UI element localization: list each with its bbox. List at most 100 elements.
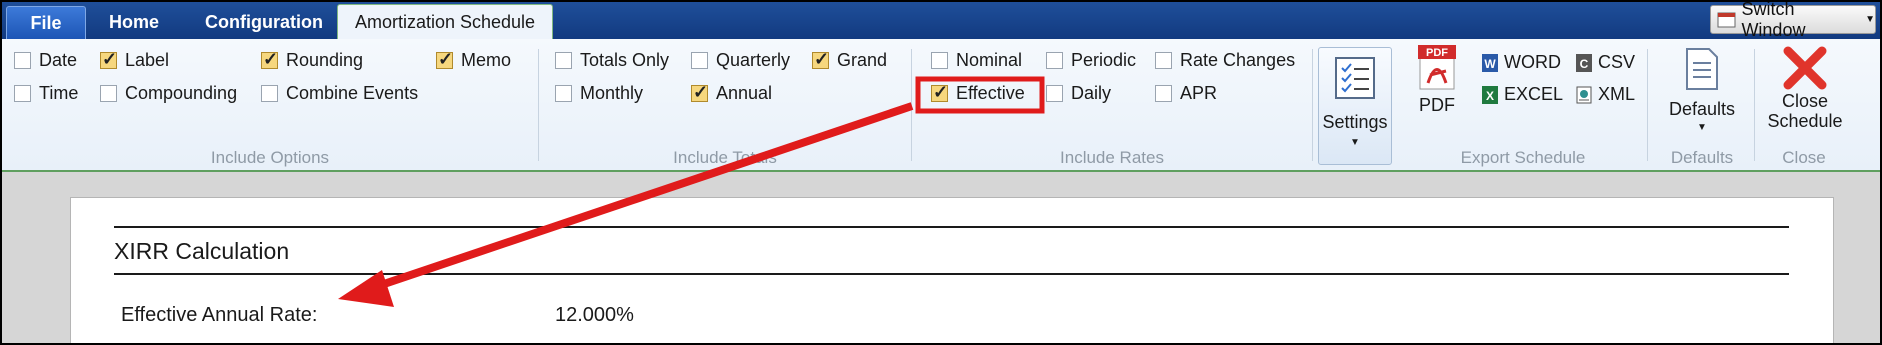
group-label-defaults: Defaults — [1670, 148, 1734, 167]
tab-configuration[interactable]: Configuration — [184, 6, 344, 39]
close-schedule-button[interactable]: Close Schedule — [1762, 45, 1848, 131]
checkbox-box[interactable] — [1155, 52, 1172, 69]
checkbox-box[interactable] — [1046, 52, 1063, 69]
checkbox-compounding[interactable]: Compounding — [100, 83, 237, 104]
group-separator — [538, 49, 539, 161]
checkbox-box[interactable] — [14, 52, 31, 69]
checkbox-box[interactable] — [555, 52, 572, 69]
checkbox-nominal[interactable]: Nominal — [931, 50, 1022, 71]
defaults-label: Defaults — [1668, 99, 1736, 119]
checkbox-apr[interactable]: APR — [1155, 83, 1217, 104]
checkbox-quarterly[interactable]: Quarterly — [691, 50, 790, 71]
export-csv-button[interactable]: C CSV — [1576, 52, 1635, 73]
checkbox-label: Periodic — [1071, 50, 1137, 70]
calculation-title: XIRR Calculation — [114, 238, 290, 264]
effective-annual-rate-value: 12.000% — [555, 304, 634, 326]
checkbox-annual[interactable]: Annual — [691, 82, 773, 104]
export-word-button[interactable]: W WORD — [1482, 52, 1561, 73]
checkbox-box[interactable] — [100, 49, 117, 70]
checkbox-label: Label — [125, 50, 170, 70]
checkbox-box[interactable] — [261, 49, 278, 70]
checkbox-label: Annual — [716, 83, 773, 103]
export-excel-label: EXCEL — [1504, 84, 1564, 104]
tab-amortization-schedule[interactable]: Amortization Schedule — [337, 4, 553, 39]
chevron-down-icon: ▼ — [1350, 137, 1360, 148]
export-xml-button[interactable]: XML — [1576, 84, 1635, 105]
export-excel-button[interactable]: X EXCEL — [1482, 84, 1563, 105]
chevron-down-icon: ▼ — [1697, 122, 1707, 133]
checkbox-box[interactable] — [436, 49, 453, 70]
checkbox-box[interactable] — [100, 85, 117, 102]
svg-text:W: W — [1484, 57, 1496, 71]
checkbox-box[interactable] — [555, 85, 572, 102]
group-separator — [1312, 49, 1313, 161]
switch-window-label: Switch Window — [1741, 2, 1806, 40]
svg-text:X: X — [1486, 89, 1494, 103]
checkbox-label: Grand — [837, 50, 888, 70]
checkbox-memo[interactable]: Memo — [436, 49, 512, 71]
checkbox-monthly[interactable]: Monthly — [555, 83, 643, 104]
checkbox-box[interactable] — [931, 52, 948, 69]
checkbox-label: Daily — [1071, 83, 1112, 103]
group-label-include-options: Include Options — [210, 148, 330, 167]
top-rule — [114, 226, 1789, 228]
checkbox-totals-only[interactable]: Totals Only — [555, 50, 669, 71]
export-word-label: WORD — [1504, 52, 1561, 72]
group-separator — [1754, 49, 1755, 161]
checkbox-box[interactable] — [1046, 85, 1063, 102]
ribbon-tab-bar: File Home Configuration Amortization Sch… — [2, 2, 1880, 40]
group-label-close: Close — [1782, 148, 1826, 167]
checkbox-label: Rate Changes — [1180, 50, 1296, 70]
checkbox-label: Monthly — [580, 83, 644, 103]
document-list-icon — [1686, 48, 1718, 90]
chevron-down-icon: ▼ — [1865, 14, 1875, 25]
checkbox-box[interactable] — [691, 52, 708, 69]
checkbox-rate-changes[interactable]: Rate Changes — [1155, 50, 1295, 71]
app-window: File Home Configuration Amortization Sch… — [2, 2, 1880, 343]
settings-label: Settings — [1322, 112, 1388, 132]
pdf-icon: PDF — [1418, 45, 1456, 90]
checkbox-box[interactable] — [14, 85, 31, 102]
checkbox-box[interactable] — [261, 85, 278, 102]
checkbox-box[interactable] — [691, 82, 708, 103]
checkbox-label: Totals Only — [580, 50, 670, 70]
effective-annual-rate-label: Effective Annual Rate: — [121, 304, 318, 326]
svg-text:PDF: PDF — [1426, 47, 1448, 59]
checkbox-time[interactable]: Time — [14, 83, 78, 104]
checkbox-label: Time — [39, 83, 79, 103]
checkbox-label: Compounding — [125, 83, 238, 103]
group-label-export-schedule: Export Schedule — [1460, 148, 1586, 167]
export-csv-label: CSV — [1598, 52, 1636, 72]
svg-text:C: C — [1580, 57, 1589, 71]
checkbox-rounding[interactable]: Rounding — [261, 49, 363, 71]
switch-window-button[interactable]: Switch Window ▼ — [1710, 2, 1876, 40]
checkbox-daily[interactable]: Daily — [1046, 83, 1111, 104]
word-icon: W — [1482, 53, 1498, 72]
window-icon — [1717, 12, 1736, 27]
checkbox-effective[interactable]: Effective — [931, 82, 1025, 104]
group-separator — [911, 49, 912, 161]
checkbox-label: Memo — [461, 50, 512, 70]
group-label-include-rates: Include Rates — [1060, 148, 1164, 167]
checklist-icon — [1335, 57, 1375, 99]
tab-file[interactable]: File — [6, 6, 86, 39]
checkbox-label: Combine Events — [286, 83, 419, 103]
checkbox-combine-events[interactable]: Combine Events — [261, 83, 418, 104]
checkbox-label-option[interactable]: Label — [100, 49, 170, 71]
tab-home[interactable]: Home — [94, 6, 174, 39]
settings-button[interactable]: Settings ▼ — [1318, 47, 1392, 165]
close-icon — [1783, 46, 1827, 90]
checkbox-label: APR — [1180, 83, 1218, 103]
export-pdf-button[interactable]: PDF PDF — [1418, 45, 1456, 116]
defaults-button[interactable]: Defaults ▼ — [1662, 47, 1742, 133]
checkbox-box[interactable] — [1155, 85, 1172, 102]
checkbox-box[interactable] — [812, 49, 829, 70]
checkbox-label: Effective — [956, 83, 1025, 103]
checkbox-date[interactable]: Date — [14, 50, 77, 71]
checkbox-grand[interactable]: Grand — [812, 49, 888, 71]
schedule-document: XIRR Calculation Effective Annual Rate: … — [70, 197, 1834, 343]
export-xml-label: XML — [1598, 84, 1636, 104]
close-label-line2: Schedule — [1767, 111, 1843, 131]
checkbox-periodic[interactable]: Periodic — [1046, 50, 1136, 71]
checkbox-box[interactable] — [931, 82, 948, 103]
